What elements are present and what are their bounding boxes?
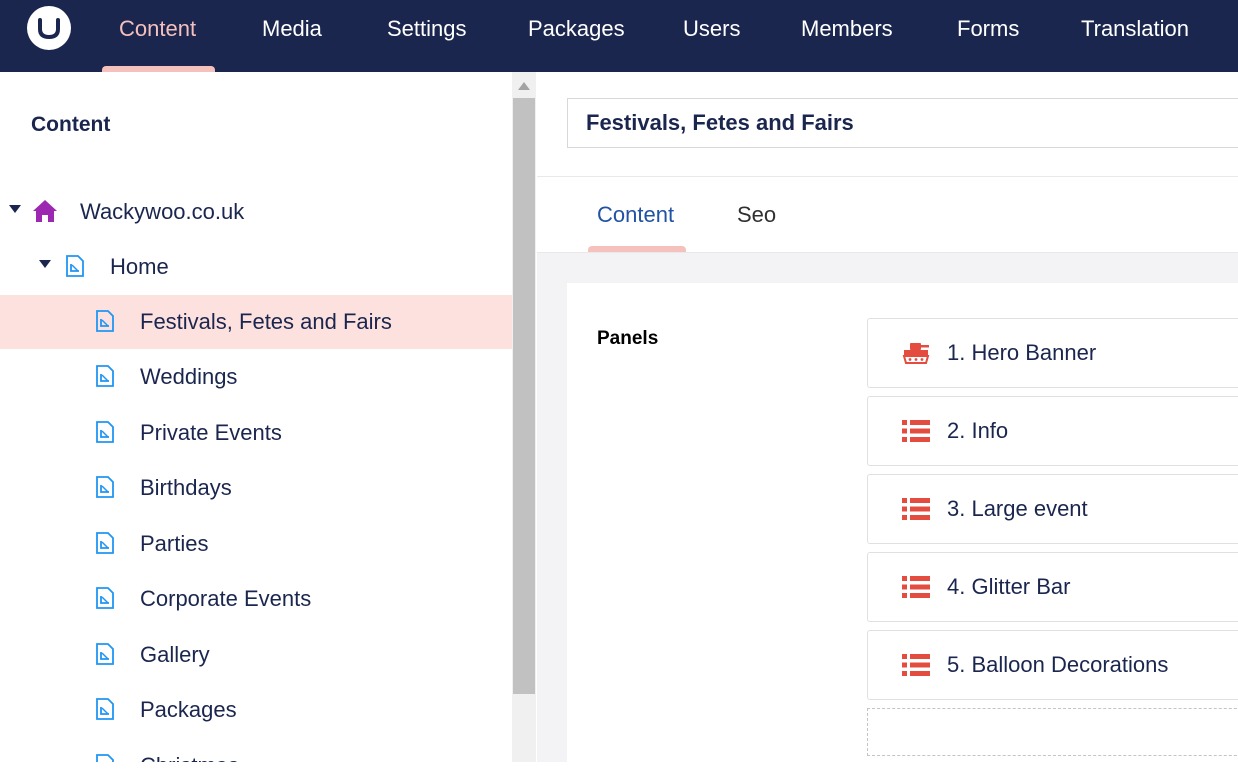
block-item-hero-banner[interactable]: 1. Hero Banner: [867, 318, 1238, 388]
block-label: 4. Glitter Bar: [947, 574, 1071, 599]
editor-header: [537, 72, 1238, 177]
nav-forms[interactable]: Forms: [957, 0, 1019, 72]
document-icon: [96, 365, 114, 392]
list-icon: [902, 653, 930, 682]
block-label: 1. Hero Banner: [947, 340, 1097, 365]
tree-item-christmas[interactable]: Christmas: [0, 739, 512, 762]
block-label: 2. Info: [947, 418, 1009, 443]
tree-item-label: Birthdays: [140, 475, 232, 500]
document-icon: [96, 310, 114, 337]
list-icon: [902, 497, 930, 526]
block-item-balloon-decorations[interactable]: 5. Balloon Decorations: [867, 630, 1238, 700]
block-label: 5. Balloon Decorations: [947, 652, 1169, 677]
tree-item-parties[interactable]: Parties: [0, 517, 512, 571]
scroll-up-arrow-icon[interactable]: [518, 82, 530, 90]
content-tree-sidebar: Content Wackywoo.co.uk Home Festivals, F…: [0, 72, 512, 762]
tree-item-label: Festivals, Fetes and Fairs: [140, 309, 392, 334]
tree-item-wackywoo[interactable]: Wackywoo.co.uk: [0, 185, 512, 239]
tree-item-label: Parties: [140, 531, 209, 556]
nav-users[interactable]: Users: [683, 0, 740, 72]
list-icon: [902, 419, 930, 448]
add-block-placeholder[interactable]: [867, 708, 1238, 756]
tree-item-label: Weddings: [140, 364, 238, 389]
block-item-info[interactable]: 2. Info: [867, 396, 1238, 466]
nav-members[interactable]: Members: [801, 0, 893, 72]
top-navigation: Content Media Settings Packages Users Me…: [0, 0, 1238, 72]
tree-item-label: Wackywoo.co.uk: [80, 199, 245, 224]
properties-panel: Panels 1. Hero Banner 2. Info 3. Large e…: [567, 283, 1238, 783]
tree-item-weddings[interactable]: Weddings: [0, 350, 512, 404]
tab-active-indicator: [588, 246, 686, 252]
tab-content[interactable]: Content: [597, 202, 674, 228]
umbraco-logo-icon[interactable]: [27, 6, 71, 50]
document-icon: [96, 421, 114, 448]
sidebar-title: Content: [31, 113, 111, 136]
block-item-large-event[interactable]: 3. Large event: [867, 474, 1238, 544]
content-editor: Content Seo Panels 1. Hero Banner: [537, 72, 1238, 783]
tree-item-home[interactable]: Home: [0, 240, 512, 294]
tree-item-label: Corporate Events: [140, 586, 312, 611]
tree-item-label: Packages: [140, 697, 237, 722]
document-icon: [96, 587, 114, 614]
tree-item-label: Gallery: [140, 642, 210, 667]
document-icon: [96, 532, 114, 559]
tree-item-packages[interactable]: Packages: [0, 683, 512, 737]
node-name-input[interactable]: [567, 98, 1238, 148]
tree-item-birthdays[interactable]: Birthdays: [0, 461, 512, 515]
document-icon: [96, 698, 114, 725]
tree-item-label: Christmas: [140, 753, 239, 762]
tank-icon: [902, 341, 930, 370]
sidebar-scrollbar[interactable]: [512, 72, 536, 762]
nav-media[interactable]: Media: [262, 0, 322, 72]
block-label: 3. Large event: [947, 496, 1088, 521]
tree-item-private-events[interactable]: Private Events: [0, 406, 512, 460]
tree-item-label: Private Events: [140, 420, 282, 445]
home-icon: [32, 198, 58, 229]
nav-settings[interactable]: Settings: [387, 0, 467, 72]
nav-packages[interactable]: Packages: [528, 0, 625, 72]
nav-translation[interactable]: Translation: [1081, 0, 1189, 72]
tab-seo[interactable]: Seo: [737, 202, 776, 228]
document-icon: [96, 476, 114, 503]
document-icon: [66, 255, 84, 282]
list-icon: [902, 575, 930, 604]
scrollbar-thumb[interactable]: [513, 98, 535, 694]
tree-item-label: Home: [110, 254, 169, 279]
block-item-glitter-bar[interactable]: 4. Glitter Bar: [867, 552, 1238, 622]
caret-down-icon[interactable]: [9, 205, 21, 213]
nav-content[interactable]: Content: [119, 0, 196, 72]
editor-tabs: Content Seo: [537, 177, 1238, 253]
tree-item-gallery[interactable]: Gallery: [0, 628, 512, 682]
document-icon: [96, 754, 114, 762]
tree-item-festivals[interactable]: Festivals, Fetes and Fairs: [0, 295, 512, 349]
property-label-panels: Panels: [597, 328, 659, 349]
document-icon: [96, 643, 114, 670]
caret-down-icon[interactable]: [39, 260, 51, 268]
tree-item-corporate-events[interactable]: Corporate Events: [0, 572, 512, 626]
